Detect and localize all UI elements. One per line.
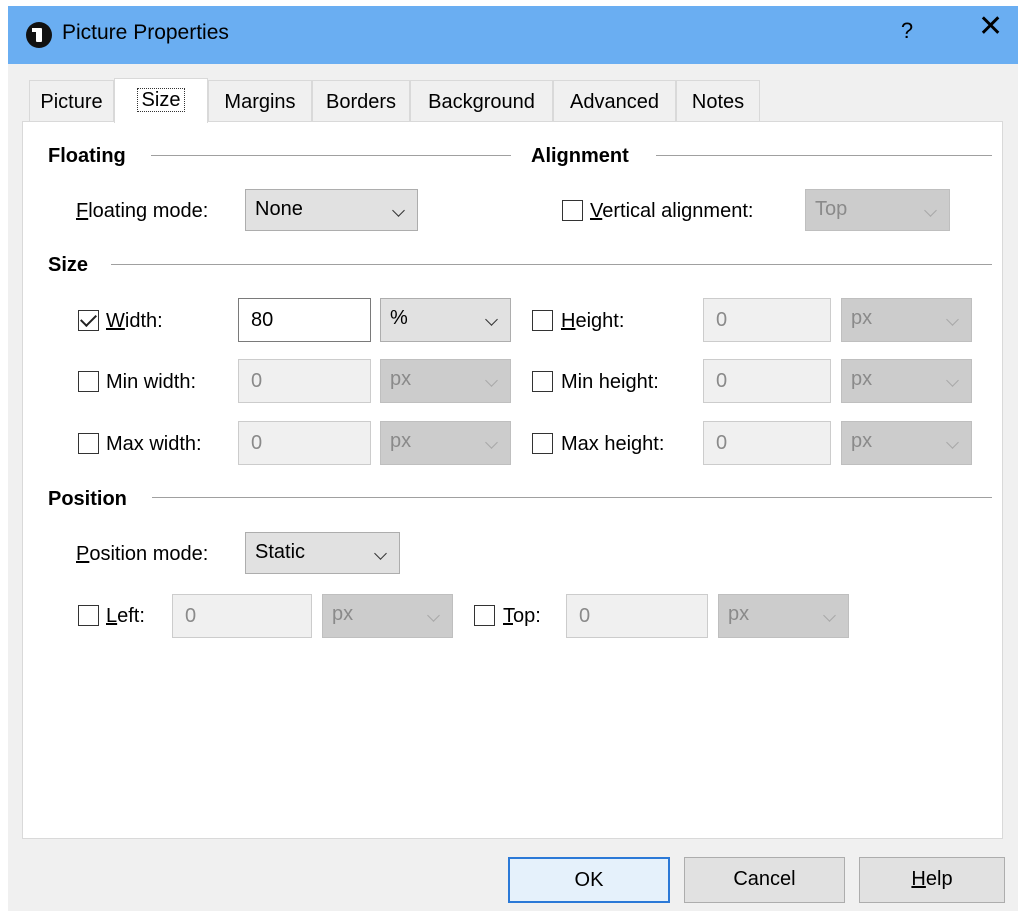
width-input[interactable]: 80 bbox=[238, 298, 371, 342]
vertical-alignment-checkbox[interactable] bbox=[562, 200, 583, 221]
tab-label: Advanced bbox=[570, 91, 659, 113]
section-divider bbox=[111, 264, 992, 265]
help-button[interactable]: Help bbox=[859, 857, 1005, 903]
max-height-unit-value: px bbox=[851, 430, 873, 452]
chevron-down-icon bbox=[823, 609, 836, 622]
top-label: Top: bbox=[503, 605, 541, 627]
close-icon[interactable]: ✕ bbox=[978, 12, 1003, 42]
floating-mode-label: Floating mode: bbox=[76, 200, 209, 222]
chevron-down-icon bbox=[485, 313, 498, 326]
cancel-button[interactable]: Cancel bbox=[684, 857, 845, 903]
tab-size[interactable]: Size bbox=[114, 78, 208, 123]
max-width-label: Max width: bbox=[106, 433, 202, 455]
max-width-unit-select[interactable]: px bbox=[380, 421, 511, 465]
floating-mode-value: None bbox=[255, 198, 303, 220]
width-checkbox[interactable] bbox=[78, 310, 99, 331]
height-checkbox[interactable] bbox=[532, 310, 553, 331]
tab-borders[interactable]: Borders bbox=[312, 80, 410, 122]
chevron-down-icon bbox=[924, 204, 937, 217]
tab-label: Background bbox=[428, 91, 535, 113]
tab-background[interactable]: Background bbox=[410, 80, 553, 122]
min-width-unit-value: px bbox=[390, 368, 412, 390]
top-input[interactable]: 0 bbox=[566, 594, 708, 638]
width-unit-select[interactable]: % bbox=[380, 298, 511, 342]
section-alignment-title: Alignment bbox=[531, 145, 629, 167]
max-height-checkbox[interactable] bbox=[532, 433, 553, 454]
chevron-down-icon bbox=[485, 374, 498, 387]
section-size-title: Size bbox=[48, 254, 89, 276]
chevron-down-icon bbox=[485, 436, 498, 449]
floating-mode-select[interactable]: None bbox=[245, 189, 418, 231]
max-height-input[interactable]: 0 bbox=[703, 421, 831, 465]
section-position-title: Position bbox=[48, 488, 127, 510]
min-height-checkbox[interactable] bbox=[532, 371, 553, 392]
tab-label: Borders bbox=[325, 91, 397, 113]
position-mode-select[interactable]: Static bbox=[245, 532, 400, 574]
position-mode-value: Static bbox=[255, 541, 306, 563]
vertical-alignment-label: Vertical alignment: bbox=[590, 200, 754, 222]
max-width-input[interactable]: 0 bbox=[238, 421, 371, 465]
chevron-down-icon bbox=[427, 609, 440, 622]
section-floating-title: Floating bbox=[48, 145, 126, 167]
height-unit-select[interactable]: px bbox=[841, 298, 972, 342]
left-unit-value: px bbox=[332, 603, 354, 625]
left-input[interactable]: 0 bbox=[172, 594, 312, 638]
width-unit-value: % bbox=[390, 307, 408, 329]
tab-label: Picture bbox=[40, 91, 103, 113]
chevron-down-icon bbox=[946, 436, 959, 449]
chevron-down-icon bbox=[946, 313, 959, 326]
section-divider bbox=[151, 155, 511, 156]
tab-margins[interactable]: Margins bbox=[208, 80, 312, 122]
tab-advanced[interactable]: Advanced bbox=[553, 80, 676, 122]
tab-notes[interactable]: Notes bbox=[676, 80, 760, 122]
chevron-down-icon bbox=[392, 204, 405, 217]
chevron-down-icon bbox=[946, 374, 959, 387]
min-height-unit-select[interactable]: px bbox=[841, 359, 972, 403]
height-label: Height: bbox=[561, 310, 625, 332]
top-unit-value: px bbox=[728, 603, 750, 625]
info-circle-icon bbox=[26, 22, 52, 48]
vertical-alignment-value: Top bbox=[815, 198, 848, 220]
section-divider bbox=[656, 155, 992, 156]
tab-label: Margins bbox=[224, 91, 296, 113]
min-width-label: Min width: bbox=[106, 371, 197, 393]
top-unit-select[interactable]: px bbox=[718, 594, 849, 638]
ok-button[interactable]: OK bbox=[508, 857, 670, 903]
tab-label: Size bbox=[136, 88, 186, 112]
left-unit-select[interactable]: px bbox=[322, 594, 453, 638]
min-height-label: Min height: bbox=[561, 371, 659, 393]
chevron-down-icon bbox=[374, 547, 387, 560]
min-width-checkbox[interactable] bbox=[78, 371, 99, 392]
left-label: Left: bbox=[106, 605, 145, 627]
min-height-input[interactable]: 0 bbox=[703, 359, 831, 403]
top-checkbox[interactable] bbox=[474, 605, 495, 626]
min-width-unit-select[interactable]: px bbox=[380, 359, 511, 403]
min-height-unit-value: px bbox=[851, 368, 873, 390]
vertical-alignment-select[interactable]: Top bbox=[805, 189, 950, 231]
help-question-icon[interactable]: ? bbox=[897, 18, 917, 44]
tab-picture[interactable]: Picture bbox=[29, 80, 114, 122]
height-unit-value: px bbox=[851, 307, 873, 329]
position-mode-label: Position mode: bbox=[76, 543, 209, 565]
max-width-checkbox[interactable] bbox=[78, 433, 99, 454]
height-input[interactable]: 0 bbox=[703, 298, 831, 342]
section-divider bbox=[152, 497, 992, 498]
left-checkbox[interactable] bbox=[78, 605, 99, 626]
max-height-unit-select[interactable]: px bbox=[841, 421, 972, 465]
width-label: Width: bbox=[106, 310, 163, 332]
tab-label: Notes bbox=[691, 91, 745, 113]
max-width-unit-value: px bbox=[390, 430, 412, 452]
min-width-input[interactable]: 0 bbox=[238, 359, 371, 403]
window-title: Picture Properties bbox=[62, 21, 229, 44]
max-height-label: Max height: bbox=[561, 433, 665, 455]
